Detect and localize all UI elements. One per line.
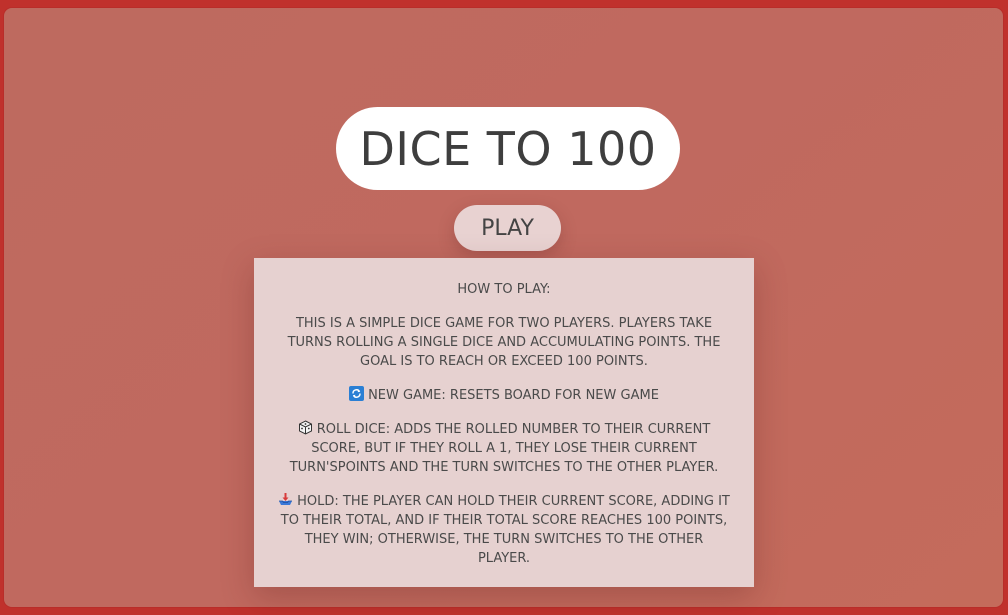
inbox-tray-icon	[278, 492, 293, 507]
rule-new-game-text: NEW GAME: RESETS BOARD FOR NEW GAME	[368, 388, 659, 403]
rule-roll-dice: ROLL DICE: ADDS THE ROLLED NUMBER TO THE…	[278, 420, 730, 477]
how-to-play-panel: HOW TO PLAY: THIS IS A SIMPLE DICE GAME …	[254, 258, 754, 587]
rule-new-game: NEW GAME: RESETS BOARD FOR NEW GAME	[278, 386, 730, 405]
rule-hold-text: HOLD: THE PLAYER CAN HOLD THEIR CURRENT …	[280, 494, 730, 566]
dice-icon	[298, 420, 313, 435]
game-title: DICE TO 100	[359, 121, 657, 176]
rule-hold: HOLD: THE PLAYER CAN HOLD THEIR CURRENT …	[278, 492, 730, 568]
rules-intro: THIS IS A SIMPLE DICE GAME FOR TWO PLAYE…	[287, 316, 721, 369]
refresh-icon	[349, 386, 365, 401]
rules-heading: HOW TO PLAY:	[457, 282, 551, 297]
rule-roll-dice-text: ROLL DICE: ADDS THE ROLLED NUMBER TO THE…	[289, 422, 719, 475]
title-banner: DICE TO 100	[336, 107, 680, 190]
play-button[interactable]: PLAY	[454, 205, 561, 251]
